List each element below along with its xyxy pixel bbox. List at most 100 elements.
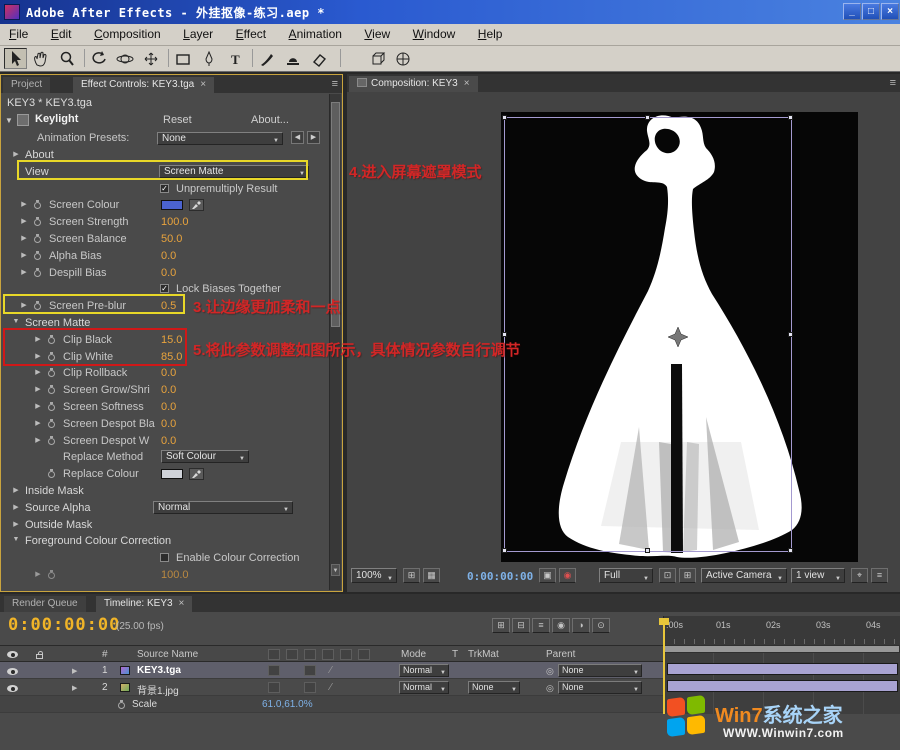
hand-tool[interactable] — [30, 48, 53, 69]
property-value[interactable]: 61.0,61.0% — [262, 699, 313, 710]
expander-icon[interactable]: ▶ — [33, 385, 43, 393]
region-of-interest-icon[interactable]: ⊡ — [659, 568, 676, 583]
zoom-tool[interactable] — [56, 48, 79, 69]
param-value[interactable]: 100.0 — [161, 569, 189, 581]
collapse-icon[interactable]: ▼ — [11, 536, 21, 543]
replace-method-dropdown[interactable]: Soft Colour — [161, 450, 249, 463]
layer-expander-icon[interactable]: ▶ — [72, 667, 77, 675]
expander-icon[interactable]: ▶ — [11, 486, 21, 494]
stopwatch-icon[interactable] — [48, 438, 55, 445]
param-group-foreground-cc[interactable]: ▼Foreground Colour Correction — [1, 533, 330, 550]
magnification-dropdown[interactable]: 100% — [351, 568, 397, 583]
expander-icon[interactable]: ▶ — [33, 335, 43, 343]
layer-row-1[interactable]: ▶ 1 KEY3.tga ⁄ Normal ◎ None — [0, 662, 663, 679]
visibility-eye-icon[interactable] — [7, 668, 18, 675]
stopwatch-icon[interactable] — [48, 404, 55, 411]
menu-window[interactable]: Window — [404, 24, 465, 46]
layer-handle[interactable] — [788, 548, 793, 553]
col-source-name[interactable]: Source Name — [137, 649, 198, 660]
layer-switch-icon[interactable] — [268, 682, 280, 693]
camera-dropdown[interactable]: Active Camera — [701, 568, 787, 583]
param-value[interactable]: 85.0 — [161, 351, 182, 363]
work-area-bar[interactable] — [663, 645, 900, 653]
clone-stamp-tool[interactable] — [282, 48, 305, 69]
layer-handle[interactable] — [502, 115, 507, 120]
scroll-down-icon[interactable]: ▼ — [331, 564, 340, 576]
tab-project[interactable]: Project — [3, 77, 50, 93]
layer-expander-icon[interactable]: ▶ — [72, 684, 77, 692]
param-value[interactable]: 0.0 — [161, 418, 176, 430]
comp-timecode[interactable]: 0:00:00:00 — [467, 570, 533, 583]
stopwatch-icon[interactable] — [48, 370, 55, 377]
stopwatch-icon[interactable] — [34, 253, 41, 260]
layer-handle[interactable] — [645, 115, 650, 120]
orbit-camera-tool[interactable] — [114, 48, 137, 69]
stopwatch-icon[interactable] — [118, 702, 125, 709]
pen-tool[interactable] — [198, 48, 221, 69]
menu-file[interactable]: File — [0, 24, 37, 46]
layer-duration-bar[interactable] — [667, 663, 898, 675]
titlebar[interactable]: Adobe After Effects - 外挂抠像-练习.aep * _ □ … — [0, 0, 900, 24]
stopwatch-icon[interactable] — [34, 219, 41, 226]
type-tool[interactable]: T — [224, 48, 247, 69]
param-value[interactable]: 0.0 — [161, 401, 176, 413]
col-trkmat[interactable]: TrkMat — [468, 649, 499, 660]
blend-mode-dropdown[interactable]: Normal — [399, 664, 449, 677]
tab-composition[interactable]: Composition: KEY3× — [349, 76, 478, 92]
expander-icon[interactable]: ▶ — [11, 150, 21, 158]
layer-switch-icon[interactable] — [304, 665, 316, 676]
parent-pickwhip-icon[interactable]: ◎ — [546, 683, 554, 694]
brush-tool[interactable] — [256, 48, 279, 69]
view-dropdown[interactable]: Screen Matte — [159, 165, 309, 178]
menu-effect[interactable]: Effect — [227, 24, 275, 46]
expander-icon[interactable]: ▶ — [19, 268, 29, 276]
menu-composition[interactable]: Composition — [85, 24, 170, 46]
param-value[interactable]: 0.0 — [161, 435, 176, 447]
parent-dropdown[interactable]: None — [558, 681, 642, 694]
eyedropper-icon[interactable] — [189, 468, 204, 480]
stopwatch-icon[interactable] — [48, 421, 55, 428]
menu-view[interactable]: View — [355, 24, 399, 46]
stopwatch-icon[interactable] — [48, 572, 55, 579]
param-group-outside-mask[interactable]: ▶Outside Mask — [1, 517, 330, 534]
expander-icon[interactable]: ▶ — [33, 419, 43, 427]
collapse-icon[interactable]: ▼ — [5, 116, 13, 125]
param-value[interactable]: 100.0 — [161, 216, 189, 228]
frame-blend-icon[interactable]: ◉ — [552, 618, 570, 633]
stopwatch-icon[interactable] — [34, 270, 41, 277]
tab-effect-controls[interactable]: Effect Controls: KEY3.tga× — [73, 77, 214, 93]
axis-local-tool[interactable] — [368, 48, 391, 69]
draft-3d-icon[interactable]: ⊟ — [512, 618, 530, 633]
param-value[interactable]: 0.5 — [161, 300, 176, 312]
grid-icon[interactable]: ▦ — [423, 568, 440, 583]
about-button[interactable]: About... — [251, 114, 289, 126]
panel-menu-icon[interactable]: ≡ — [332, 78, 338, 90]
layer-handle[interactable] — [788, 115, 793, 120]
menu-layer[interactable]: Layer — [174, 24, 222, 46]
source-alpha-dropdown[interactable]: Normal — [153, 501, 293, 514]
color-swatch[interactable] — [161, 200, 183, 210]
layer-bounds[interactable] — [504, 117, 792, 552]
layer-handle[interactable] — [788, 332, 793, 337]
expander-icon[interactable]: ▶ — [11, 503, 21, 511]
tab-close-icon[interactable]: × — [179, 598, 185, 609]
layer-row-2[interactable]: ▶ 2 背景1.jpg ⁄ Normal None ◎ None — [0, 679, 663, 696]
show-channel-icon[interactable]: ◉ — [559, 568, 576, 583]
timeline-button-icon[interactable]: ≡ — [871, 568, 888, 583]
minimize-button[interactable]: _ — [843, 3, 861, 20]
stopwatch-icon[interactable] — [34, 202, 41, 209]
transparency-grid-icon[interactable]: ⊞ — [679, 568, 696, 583]
param-value[interactable]: 15.0 — [161, 334, 182, 346]
graph-editor-icon[interactable]: ⊙ — [592, 618, 610, 633]
checkbox[interactable] — [160, 553, 169, 562]
layer-duration-bar[interactable] — [667, 680, 898, 692]
next-preset-icon[interactable]: ▶ — [307, 131, 320, 144]
param-value[interactable]: 0.0 — [161, 250, 176, 262]
stopwatch-icon[interactable] — [48, 354, 55, 361]
stopwatch-icon[interactable] — [34, 303, 41, 310]
expander-icon[interactable]: ▶ — [33, 570, 43, 578]
stopwatch-icon[interactable] — [48, 471, 55, 478]
expander-icon[interactable]: ▶ — [19, 251, 29, 259]
blend-mode-dropdown[interactable]: Normal — [399, 681, 449, 694]
param-value[interactable]: 50.0 — [161, 233, 182, 245]
